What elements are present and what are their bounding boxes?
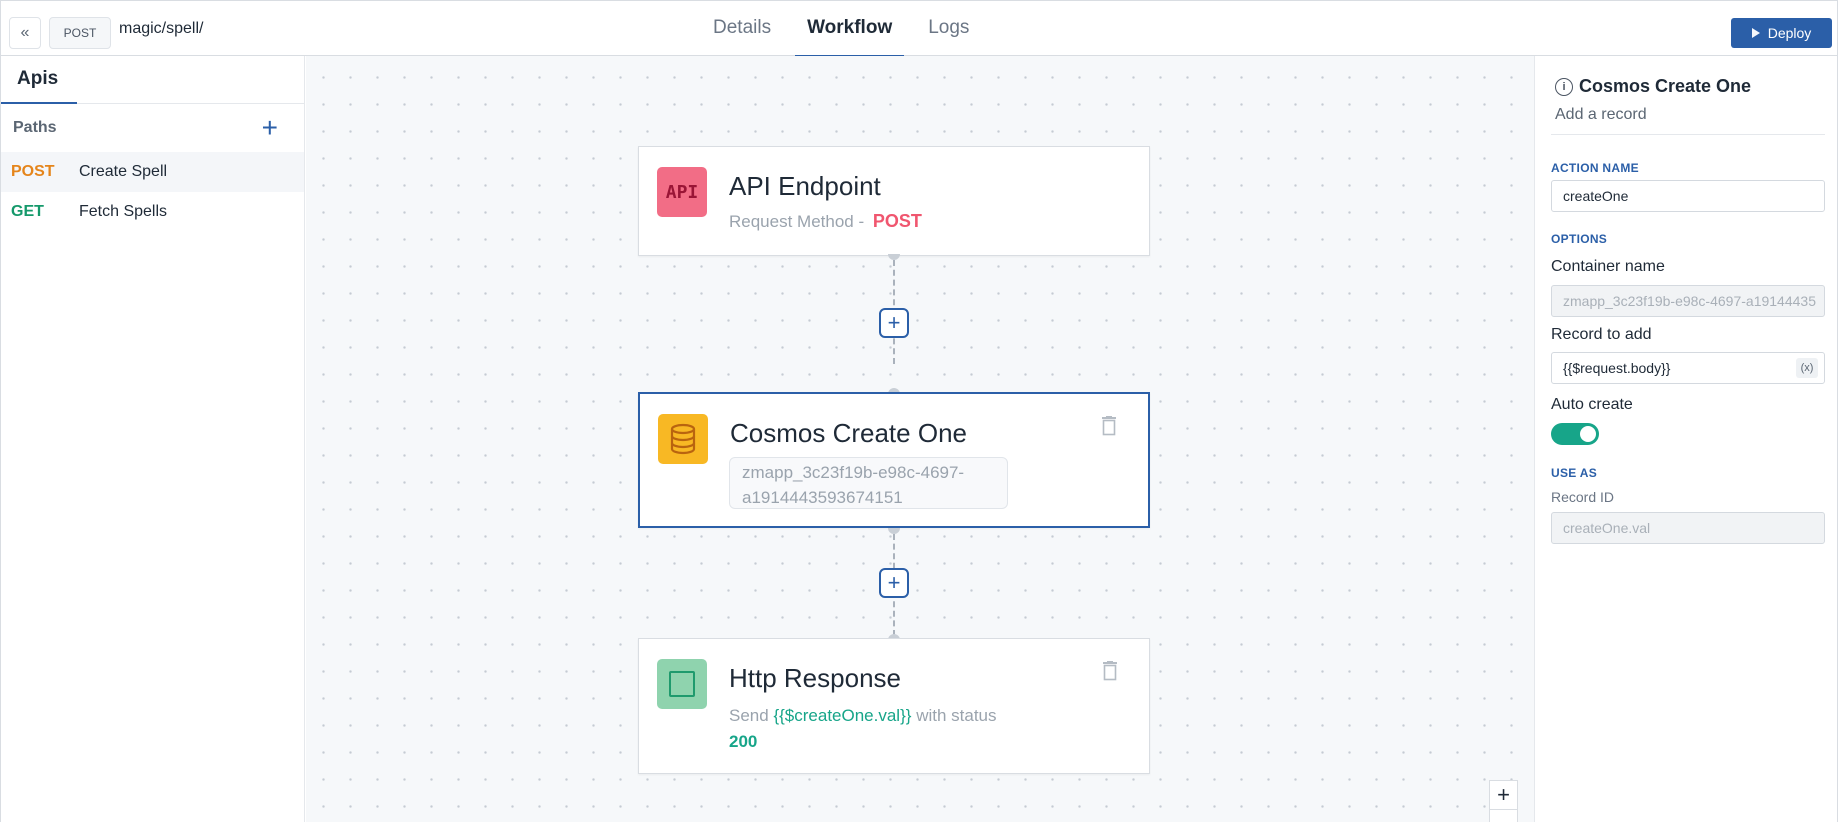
action-name-label: ACTION NAME [1551, 161, 1639, 175]
record-to-add-field[interactable]: {{$request.body}} (x) [1551, 352, 1825, 384]
sidebar-item-fetch-spells[interactable]: GET Fetch Spells [1, 192, 304, 232]
send-value: {{$createOne.val}} [773, 706, 912, 725]
http-response-node[interactable]: Http Response Send {{$createOne.val}} wi… [638, 638, 1150, 774]
method-badge: POST [49, 17, 111, 49]
collapse-sidebar-button[interactable]: « [9, 17, 41, 49]
tab-details[interactable]: Details [701, 1, 783, 57]
path-name: Fetch Spells [79, 203, 168, 220]
paths-header: Paths + [1, 104, 304, 152]
path-name: Create Spell [79, 163, 168, 180]
double-chevron-left-icon: « [20, 24, 30, 41]
add-step-button[interactable]: + [879, 308, 909, 338]
variable-picker-button[interactable]: (x) [1796, 358, 1818, 378]
status-code: 200 [729, 732, 758, 751]
api-endpoint-node[interactable]: API API Endpoint Request Method - POST [638, 146, 1150, 256]
sidebar-tab-row: Apis [1, 56, 304, 104]
container-line-1: zmapp_3c23f19b-e98c-4697- [742, 463, 965, 482]
auto-create-label: Auto create [1551, 396, 1633, 413]
add-path-icon[interactable]: + [262, 114, 278, 142]
deploy-label: Deploy [1767, 25, 1812, 41]
cosmos-create-one-node[interactable]: Cosmos Create One zmapp_3c23f19b-e98c-46… [638, 392, 1150, 528]
send-suffix: with status [916, 706, 997, 725]
record-id-field[interactable]: createOne.val [1551, 512, 1825, 544]
panel-subtitle: Add a record [1555, 106, 1647, 123]
database-svg [670, 423, 696, 455]
toggle-knob [1580, 426, 1596, 442]
send-prefix: Send [729, 706, 769, 725]
action-name-input[interactable]: createOne [1551, 180, 1825, 212]
record-id-label: Record ID [1551, 489, 1615, 505]
panel-header: i Cosmos Create One [1555, 76, 1751, 97]
path-method: POST [11, 163, 55, 180]
node-title: Http Response [729, 663, 901, 693]
tab-logs[interactable]: Logs [916, 1, 981, 57]
info-icon: i [1555, 77, 1573, 96]
request-method-label: Request Method - [729, 212, 865, 231]
panel-title: Cosmos Create One [1579, 76, 1752, 96]
http-response-icon [657, 659, 707, 709]
container-name-label: Container name [1551, 258, 1665, 275]
play-icon [1751, 28, 1760, 38]
sidebar-item-create-spell[interactable]: POST Create Spell [1, 152, 304, 192]
use-as-label: USE AS [1551, 466, 1598, 480]
tab-apis[interactable]: Apis [1, 56, 77, 104]
zoom-controls: + − [1489, 780, 1518, 822]
container-line-2: a1914443593674151 [742, 488, 903, 507]
auto-create-toggle[interactable] [1551, 423, 1599, 445]
api-icon-text: API [665, 181, 699, 203]
node-subtitle: Send {{$createOne.val}} with status 200 [729, 703, 997, 755]
square-icon [669, 671, 695, 697]
request-method-value: POST [872, 211, 922, 231]
api-icon: API [657, 167, 707, 217]
record-to-add-label: Record to add [1551, 326, 1652, 343]
add-step-button[interactable]: + [879, 568, 909, 598]
container-chip: zmapp_3c23f19b-e98c-4697- a1914443593674… [729, 457, 1008, 509]
view-tabs: Details Workflow Logs [701, 1, 993, 57]
zoom-in-button[interactable]: + [1490, 781, 1517, 810]
tab-workflow[interactable]: Workflow [795, 1, 905, 57]
node-subtitle: Request Method - POST [729, 211, 922, 232]
node-title: API Endpoint [729, 171, 881, 201]
properties-panel: i Cosmos Create One Add a record ACTION … [1534, 56, 1838, 822]
deploy-button[interactable]: Deploy [1731, 18, 1832, 48]
trash-icon[interactable] [1101, 661, 1119, 681]
divider [1551, 134, 1825, 135]
paths-label: Paths [13, 119, 57, 136]
options-label: OPTIONS [1551, 232, 1608, 246]
path-method: GET [11, 203, 44, 220]
trash-icon[interactable] [1100, 416, 1118, 436]
endpoint-path: magic/spell/ [119, 20, 204, 37]
sidebar: Apis Paths + POST Create Spell GET Fetch… [0, 56, 305, 822]
record-to-add-value: {{$request.body}} [1563, 360, 1671, 376]
container-name-field[interactable]: zmapp_3c23f19b-e98c-4697-a19144435 [1551, 285, 1825, 317]
workflow-canvas[interactable]: API API Endpoint Request Method - POST +… [306, 56, 1534, 822]
zoom-out-button[interactable]: − [1490, 810, 1517, 822]
database-icon [658, 414, 708, 464]
node-title: Cosmos Create One [730, 418, 967, 448]
top-bar: « POST magic/spell/ Details Workflow Log… [0, 0, 1838, 57]
